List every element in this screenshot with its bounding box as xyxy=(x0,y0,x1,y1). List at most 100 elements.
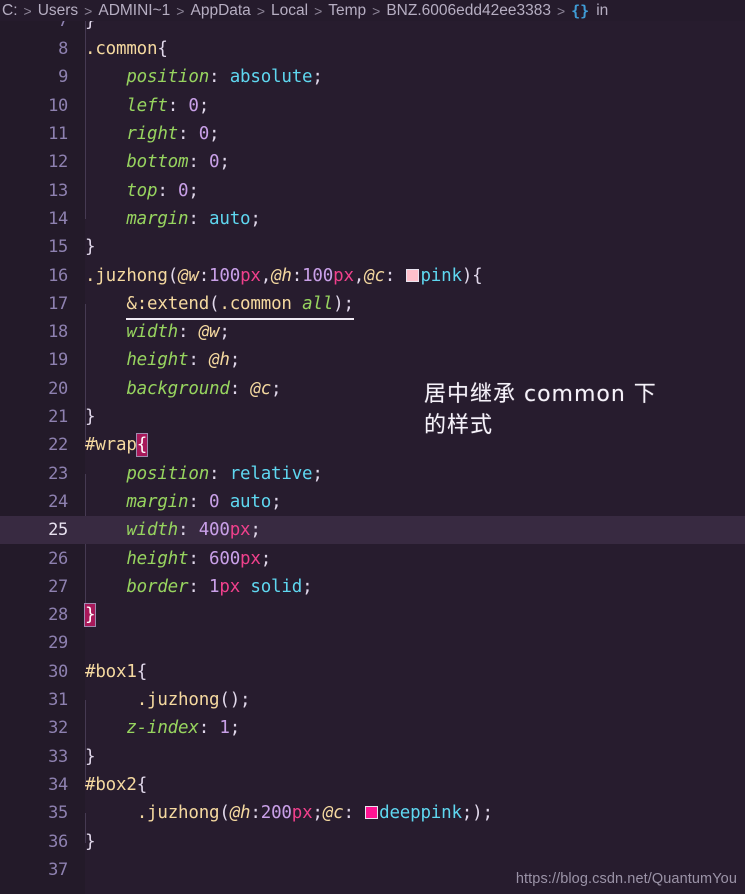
code-line[interactable]: 27 border: 1px solid; xyxy=(0,573,745,601)
line-number: 9 xyxy=(58,67,68,88)
code-line[interactable]: 24 margin: 0 auto; xyxy=(0,488,745,516)
line-content[interactable]: } xyxy=(85,407,96,427)
line-content[interactable]: height: 600px; xyxy=(85,549,271,569)
handwritten-annotation: 居中继承 common 下 的样式 xyxy=(424,379,739,441)
line-content[interactable]: background: @c; xyxy=(85,379,281,399)
code-line[interactable]: 19 height: @h; xyxy=(0,346,745,374)
code-line[interactable]: 31 .juzhong(); xyxy=(0,686,745,714)
code-line[interactable]: 16 .juzhong(@w:100px,@h:100px,@c: pink){ xyxy=(0,261,745,289)
line-content[interactable]: } xyxy=(83,603,97,628)
annotation-line-1: 居中继承 common 下 xyxy=(424,382,657,407)
code-line[interactable]: 10 left: 0; xyxy=(0,92,745,120)
line-content[interactable]: } xyxy=(85,832,96,852)
token-ampersand: & xyxy=(126,293,137,314)
token-unit: px xyxy=(229,520,251,541)
line-content[interactable]: border: 1px solid; xyxy=(85,577,312,597)
token-variable: @c xyxy=(364,265,385,286)
breadcrumb-item-admini[interactable]: ADMINI~1 xyxy=(98,2,170,20)
line-number: 26 xyxy=(48,548,68,569)
token-unit: px xyxy=(240,548,261,569)
code-line[interactable]: 8 .common{ xyxy=(0,35,745,63)
code-line[interactable]: 29 xyxy=(0,629,745,657)
line-content[interactable]: .juzhong(); xyxy=(85,690,251,710)
color-swatch-pink[interactable] xyxy=(406,268,420,282)
line-number: 18 xyxy=(48,322,68,343)
code-line[interactable]: 14 margin: auto; xyxy=(0,205,745,233)
token-brace: { xyxy=(136,774,148,795)
token-number: 1 xyxy=(209,576,220,597)
code-line[interactable]: 36 } xyxy=(0,827,745,855)
line-content[interactable]: height: @h; xyxy=(85,350,240,370)
code-line[interactable]: 35 .juzhong(@h:200px;@c: deeppink;); xyxy=(0,799,745,827)
line-content[interactable]: .juzhong(@w:100px,@h:100px,@c: pink){ xyxy=(85,265,483,286)
token-colon: : xyxy=(188,350,210,371)
code-line[interactable]: 30 #box1{ xyxy=(0,658,745,686)
token-number: 0 xyxy=(188,95,199,116)
token-comma: , xyxy=(260,265,272,286)
extend-reference-highlight[interactable]: &:extend(.common all); xyxy=(126,293,354,320)
line-content[interactable]: bottom: 0; xyxy=(85,152,230,172)
line-number: 23 xyxy=(48,463,68,484)
breadcrumb-item-bnz[interactable]: BNZ.6006edd42ee3383 xyxy=(386,2,551,20)
code-line[interactable]: 17 &:extend(.common all); xyxy=(0,290,745,320)
line-content[interactable]: &:extend(.common all); xyxy=(85,293,354,320)
line-content[interactable]: position: absolute; xyxy=(85,67,323,87)
code-line[interactable]: 34 #box2{ xyxy=(0,771,745,799)
breadcrumb-item-users[interactable]: Users xyxy=(38,2,78,20)
line-number: 34 xyxy=(48,774,68,795)
code-line[interactable]: 15 } xyxy=(0,233,745,261)
breadcrumb[interactable]: C: > Users > ADMINI~1 > AppData > Local … xyxy=(0,0,745,21)
color-swatch-deeppink[interactable] xyxy=(365,806,379,820)
token-colon: : xyxy=(343,803,365,824)
token-value: relative xyxy=(229,463,313,484)
line-content[interactable]: left: 0; xyxy=(85,96,209,116)
token-number: 400 xyxy=(198,520,230,541)
code-line[interactable]: 26 height: 600px; xyxy=(0,544,745,572)
line-content[interactable]: #box2{ xyxy=(85,775,147,795)
code-line[interactable]: 13 top: 0; xyxy=(0,177,745,205)
line-number: 14 xyxy=(48,208,68,229)
token-variable: @h xyxy=(209,350,230,371)
line-content[interactable]: width: 400px; xyxy=(85,520,261,540)
line-content[interactable]: } xyxy=(85,747,96,767)
code-line[interactable]: 18 width: @w; xyxy=(0,318,745,346)
breadcrumb-item-drive[interactable]: C: xyxy=(2,2,18,20)
line-content[interactable]: top: 0; xyxy=(85,181,199,201)
line-content[interactable]: margin: auto; xyxy=(85,209,261,229)
code-line[interactable]: 33 } xyxy=(0,743,745,771)
token-semicolon: ; xyxy=(302,576,313,597)
line-content[interactable]: } xyxy=(85,21,96,31)
code-line[interactable]: 12 bottom: 0; xyxy=(0,148,745,176)
line-content[interactable]: } xyxy=(85,237,96,257)
token-variable: @w xyxy=(178,265,199,286)
token-property: width xyxy=(126,322,179,343)
line-content[interactable]: z-index: 1; xyxy=(85,718,240,738)
line-number: 12 xyxy=(48,152,68,173)
code-editor[interactable]: 7 } 8 .common{ 9 position: absolute; 10 … xyxy=(0,21,745,894)
code-line[interactable]: 32 z-index: 1; xyxy=(0,714,745,742)
token-colon: : xyxy=(198,718,220,739)
code-line[interactable]: 9 position: absolute; xyxy=(0,63,745,91)
line-content[interactable]: #wrap{ xyxy=(85,433,149,458)
code-line-active[interactable]: 25 width: 400px; xyxy=(0,516,745,545)
token-selector: .common xyxy=(219,293,292,314)
code-line[interactable]: 28 } xyxy=(0,601,745,629)
line-content[interactable]: width: @w; xyxy=(85,322,230,342)
line-content[interactable]: position: relative; xyxy=(85,464,323,484)
token-colon: : xyxy=(188,208,210,229)
line-content[interactable]: #box1{ xyxy=(85,662,147,682)
breadcrumb-item-symbol[interactable]: in xyxy=(596,2,608,20)
line-content[interactable]: .juzhong(@h:200px;@c: deeppink;); xyxy=(85,803,493,823)
breadcrumb-item-temp[interactable]: Temp xyxy=(328,2,366,20)
line-content[interactable]: .common{ xyxy=(85,39,168,59)
code-line[interactable]: 23 position: relative; xyxy=(0,460,745,488)
line-content[interactable]: right: 0; xyxy=(85,124,219,144)
code-line[interactable]: 11 right: 0; xyxy=(0,120,745,148)
breadcrumb-item-local[interactable]: Local xyxy=(271,2,308,20)
line-number: 21 xyxy=(48,407,68,428)
token-unit: px xyxy=(291,803,313,824)
code-line[interactable]: 7 } xyxy=(0,21,745,35)
token-semicolon: ; xyxy=(271,491,282,512)
breadcrumb-item-appdata[interactable]: AppData xyxy=(190,2,250,20)
line-content[interactable]: margin: 0 auto; xyxy=(85,492,281,512)
